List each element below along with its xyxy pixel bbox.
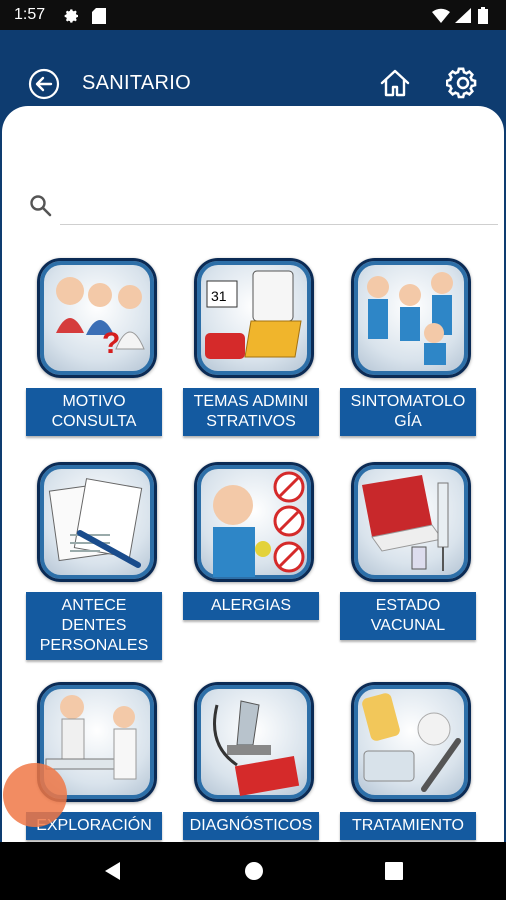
tile-label: MOTIVO CONSULTA [26, 388, 162, 436]
tile-label: TRATAMIENTO [340, 812, 476, 840]
system-nav-bar [0, 842, 506, 900]
signal-icon [455, 8, 471, 23]
status-time: 1:57 [14, 6, 46, 23]
medical-forms-icon [37, 462, 157, 582]
microscope-stethoscope-icon [194, 682, 314, 802]
vaccine-book-syringe-icon [351, 462, 471, 582]
pills-syringe-icon [351, 682, 471, 802]
back-button[interactable] [28, 68, 60, 100]
wifi-icon [432, 8, 450, 23]
gear-icon [64, 9, 78, 23]
doctor-patients-icon: ? [37, 258, 157, 378]
tile-label: ESTADO VACUNAL [340, 592, 476, 640]
nav-back-icon[interactable] [102, 860, 124, 882]
svg-text:31: 31 [211, 288, 227, 304]
tile-label: ANTECE DENTES PERSONALES [26, 592, 162, 660]
svg-text:?: ? [102, 327, 120, 360]
allergy-sneeze-icon [194, 462, 314, 582]
tile-label: TEMAS ADMINI STRATIVOS [183, 388, 319, 436]
search-input[interactable] [60, 189, 498, 225]
search-icon[interactable] [28, 193, 54, 219]
tile-label: ALERGIAS [183, 592, 319, 620]
status-bar: 1:57 [0, 0, 506, 30]
admin-folder-phone-icon: 31 [194, 258, 314, 378]
tile-label: SINTOMATOLO GÍA [340, 388, 476, 436]
nav-home-icon[interactable] [243, 860, 265, 882]
settings-button[interactable] [446, 66, 480, 100]
sick-people-icon [351, 258, 471, 378]
content-sheet: ? MOTIVO CONSULTA 31 TEMAS ADMINI STRATI… [2, 106, 504, 846]
search-bar [2, 181, 504, 241]
home-button[interactable] [378, 66, 412, 100]
page-title: SANITARIO [82, 72, 192, 94]
nav-recents-icon[interactable] [384, 861, 404, 881]
battery-icon [478, 7, 488, 24]
sd-card-icon [92, 8, 106, 24]
tile-label: DIAGNÓSTICOS [183, 812, 319, 840]
touch-indicator [3, 763, 67, 827]
